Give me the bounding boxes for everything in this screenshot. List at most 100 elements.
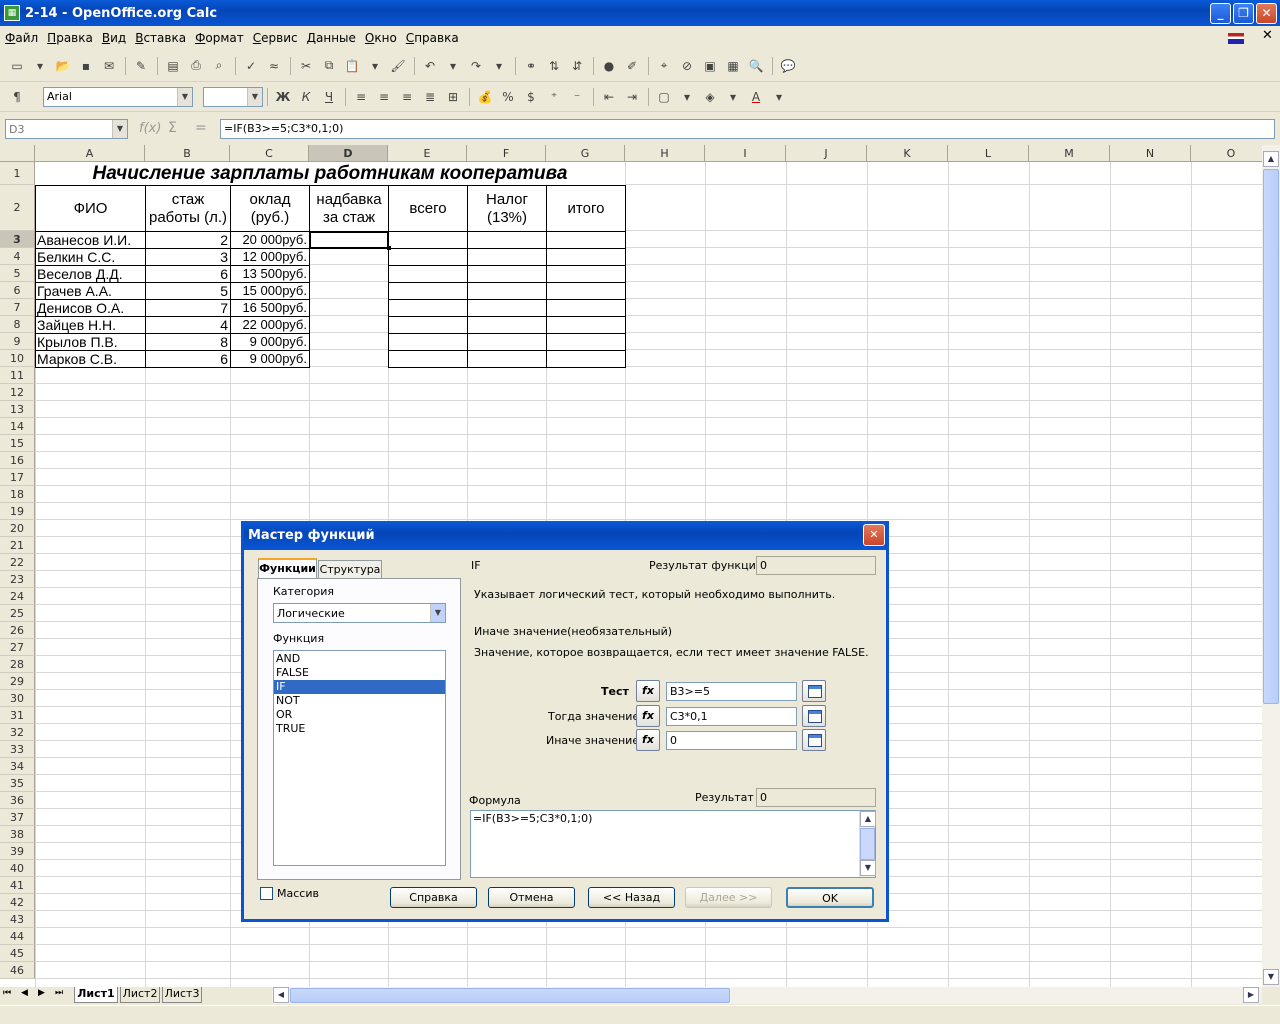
cell-salary[interactable]: 20 000руб. <box>230 231 310 249</box>
row-header-38[interactable]: 38 <box>0 826 35 843</box>
align-left-icon[interactable]: ≡ <box>350 86 372 108</box>
export-pdf-icon[interactable]: ▤ <box>162 55 184 77</box>
paste-icon[interactable]: 📋 <box>341 55 363 77</box>
row-header-1[interactable]: 1 <box>0 162 35 185</box>
row-header-30[interactable]: 30 <box>0 690 35 707</box>
row-header-3[interactable]: 3 <box>0 231 35 248</box>
find-replace-icon[interactable]: ⌖ <box>653 55 675 77</box>
font-name-combo[interactable]: Arial ▼ <box>43 86 193 107</box>
ok-button[interactable]: OK <box>786 887 874 908</box>
active-cell-cursor[interactable] <box>309 231 389 249</box>
fx-icon[interactable]: fx <box>636 729 660 751</box>
menu-file[interactable]: Файл <box>3 31 45 45</box>
column-header-G[interactable]: G <box>546 145 625 162</box>
column-header-F[interactable]: F <box>467 145 546 162</box>
row-header-36[interactable]: 36 <box>0 792 35 809</box>
first-sheet-icon[interactable]: ⏮ <box>3 988 11 998</box>
row-header-34[interactable]: 34 <box>0 758 35 775</box>
cell-empty[interactable] <box>388 350 468 368</box>
row-header-44[interactable]: 44 <box>0 928 35 945</box>
gallery-icon[interactable]: ▣ <box>699 55 721 77</box>
cell-empty[interactable] <box>467 299 547 317</box>
function-list-item[interactable]: AND <box>274 652 445 666</box>
arg-input-test[interactable]: B3>=5 <box>666 682 797 701</box>
chart-icon[interactable]: ● <box>598 55 620 77</box>
menu-help[interactable]: Справка <box>404 31 466 45</box>
spellcheck-icon[interactable]: ✓ <box>240 55 262 77</box>
close-window-button[interactable]: ✕ <box>1256 3 1277 24</box>
new-doc-icon[interactable]: ▭ <box>6 55 28 77</box>
chevron-down-icon[interactable]: ▼ <box>430 604 445 622</box>
row-header-16[interactable]: 16 <box>0 452 35 469</box>
cell-empty[interactable] <box>546 299 626 317</box>
function-list-item[interactable]: OR <box>274 708 445 722</box>
row-header-27[interactable]: 27 <box>0 639 35 656</box>
redo-icon[interactable]: ↷ <box>465 55 487 77</box>
navigator-icon[interactable]: ⊘ <box>676 55 698 77</box>
help-button[interactable]: Справка <box>390 887 477 908</box>
hyperlink-icon[interactable]: ⚭ <box>520 55 542 77</box>
open-icon[interactable]: 📂 <box>52 55 74 77</box>
column-header-C[interactable]: C <box>230 145 309 162</box>
sort-descending-icon[interactable]: ⇵ <box>566 55 588 77</box>
cell-experience[interactable]: 7 <box>145 299 231 317</box>
cell-name[interactable]: Веселов Д.Д. <box>35 265 146 283</box>
row-header-42[interactable]: 42 <box>0 894 35 911</box>
email-icon[interactable]: ✉ <box>98 55 120 77</box>
column-header-K[interactable]: K <box>867 145 948 162</box>
row-header-39[interactable]: 39 <box>0 843 35 860</box>
scroll-up-icon[interactable]: ▲ <box>860 811 876 827</box>
cell-salary[interactable]: 9 000руб. <box>230 333 310 351</box>
dropdown-icon[interactable]: ▾ <box>676 86 698 108</box>
cell-experience[interactable]: 8 <box>145 333 231 351</box>
corner-select-all[interactable] <box>0 145 35 162</box>
row-header-9[interactable]: 9 <box>0 333 35 350</box>
horizontal-scroll-thumb[interactable] <box>290 988 730 1003</box>
scroll-down-icon[interactable]: ▼ <box>1263 969 1279 985</box>
row-header-15[interactable]: 15 <box>0 435 35 452</box>
cell-name[interactable]: Белкин С.С. <box>35 248 146 266</box>
styles-icon[interactable]: ¶ <box>6 86 28 108</box>
menu-format[interactable]: Формат <box>193 31 251 45</box>
row-header-32[interactable]: 32 <box>0 724 35 741</box>
shrink-pick-icon[interactable] <box>802 729 826 751</box>
sum-icon[interactable]: Σ <box>168 120 177 136</box>
row-header-5[interactable]: 5 <box>0 265 35 282</box>
chevron-down-icon[interactable]: ▼ <box>247 87 262 106</box>
formula-scroll-thumb[interactable] <box>860 828 875 860</box>
save-icon[interactable]: ▪ <box>75 55 97 77</box>
cell-experience[interactable]: 6 <box>145 350 231 368</box>
borders-icon[interactable]: ▢ <box>653 86 675 108</box>
row-header-29[interactable]: 29 <box>0 673 35 690</box>
chevron-down-icon[interactable]: ▼ <box>177 87 192 106</box>
currency-format-icon[interactable]: 💰 <box>474 86 496 108</box>
delete-decimal-icon[interactable]: ⁻ <box>566 86 588 108</box>
merge-cells-icon[interactable]: ⊞ <box>442 86 464 108</box>
equals-icon[interactable]: = <box>195 120 207 136</box>
cell-name[interactable]: Марков С.В. <box>35 350 146 368</box>
row-header-22[interactable]: 22 <box>0 554 35 571</box>
row-header-8[interactable]: 8 <box>0 316 35 333</box>
column-header-N[interactable]: N <box>1110 145 1191 162</box>
cell-empty[interactable] <box>467 333 547 351</box>
column-header-M[interactable]: M <box>1029 145 1110 162</box>
horizontal-scrollbar[interactable]: ◀ ▶ <box>272 987 1262 1004</box>
cell-salary[interactable]: 22 000руб. <box>230 316 310 334</box>
fx-icon[interactable]: fx <box>636 705 660 727</box>
row-header-6[interactable]: 6 <box>0 282 35 299</box>
row-header-26[interactable]: 26 <box>0 622 35 639</box>
name-box[interactable]: D3 ▼ <box>5 119 128 139</box>
cell-experience[interactable]: 6 <box>145 265 231 283</box>
scroll-left-icon[interactable]: ◀ <box>273 987 289 1003</box>
function-list-item[interactable]: FALSE <box>274 666 445 680</box>
cell-empty[interactable] <box>467 282 547 300</box>
sheet-tab-2[interactable]: Лист2 <box>120 987 160 1003</box>
row-header-23[interactable]: 23 <box>0 571 35 588</box>
row-header-2[interactable]: 2 <box>0 185 35 231</box>
cell-empty[interactable] <box>467 316 547 334</box>
font-size-combo[interactable]: ▼ <box>203 86 263 107</box>
cell-name[interactable]: Денисов О.А. <box>35 299 146 317</box>
back-button[interactable]: << Назад <box>588 887 675 908</box>
cell-empty[interactable] <box>388 282 468 300</box>
row-header-17[interactable]: 17 <box>0 469 35 486</box>
